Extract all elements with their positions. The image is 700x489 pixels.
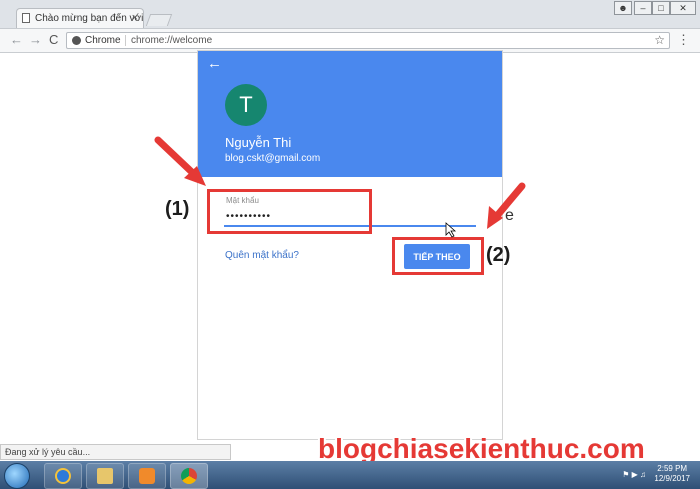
title-bar: Chào mừng bạn đến với × ☻ – □ ✕ [0, 0, 700, 29]
chrome-icon [181, 468, 197, 484]
new-tab-button[interactable] [145, 14, 173, 26]
highlight-next-box [392, 237, 484, 275]
chrome-taskbar-button[interactable] [170, 463, 208, 489]
site-label: Chrome [85, 35, 121, 46]
highlight-password-box [207, 189, 372, 234]
close-tab-icon[interactable]: × [132, 12, 138, 24]
clock-date: 12/9/2017 [654, 474, 690, 483]
clock[interactable]: 2:59 PM 12/9/2017 [654, 464, 690, 484]
account-header: ← T Nguyễn Thi blog.cskt@gmail.com [198, 51, 502, 177]
maximize-button[interactable]: □ [652, 1, 670, 15]
bookmark-star-icon[interactable]: ☆ [654, 33, 665, 48]
explorer-taskbar-button[interactable] [86, 463, 124, 489]
close-window-button[interactable]: ✕ [670, 1, 696, 15]
user-name: Nguyễn Thi [225, 135, 292, 150]
reload-icon[interactable]: C [49, 32, 58, 47]
tab-title: Chào mừng bạn đến với [35, 13, 144, 24]
status-bar: Đang xử lý yêu cầu... [0, 444, 231, 460]
partial-text: e [505, 207, 514, 224]
browser-window: Chào mừng bạn đến với × ☻ – □ ✕ ← → C Ch… [0, 0, 700, 489]
page-icon [22, 13, 30, 23]
omnibox-divider [125, 35, 126, 46]
step-2-label: (2) [486, 244, 511, 266]
ie-taskbar-button[interactable] [44, 463, 82, 489]
step-1-label: (1) [165, 198, 190, 220]
address-bar[interactable]: Chrome chrome://welcome ☆ [66, 32, 670, 49]
minimize-button[interactable]: – [634, 1, 652, 15]
url-text[interactable]: chrome://welcome [131, 33, 212, 48]
chrome-site-icon [72, 36, 81, 45]
system-tray-icons[interactable]: ⚑ ▶ ♫ [622, 470, 646, 479]
media-player-icon [139, 468, 155, 484]
user-email: blog.cskt@gmail.com [225, 153, 321, 164]
user-icon[interactable]: ☻ [614, 1, 632, 15]
menu-icon[interactable]: ⋮ [677, 32, 690, 48]
internet-explorer-icon [55, 468, 71, 484]
avatar: T [225, 84, 267, 126]
back-arrow-icon[interactable]: ← [207, 55, 222, 72]
forward-icon[interactable]: → [29, 32, 42, 47]
taskbar: ⚑ ▶ ♫ 2:59 PM 12/9/2017 [0, 461, 700, 489]
media-player-taskbar-button[interactable] [128, 463, 166, 489]
forgot-password-link[interactable]: Quên mật khẩu? [225, 250, 299, 261]
browser-tab[interactable]: Chào mừng bạn đến với × [16, 8, 144, 28]
start-button[interactable] [4, 463, 30, 489]
folder-icon [97, 468, 113, 484]
clock-time: 2:59 PM [657, 464, 688, 473]
back-icon[interactable]: ← [10, 32, 23, 47]
